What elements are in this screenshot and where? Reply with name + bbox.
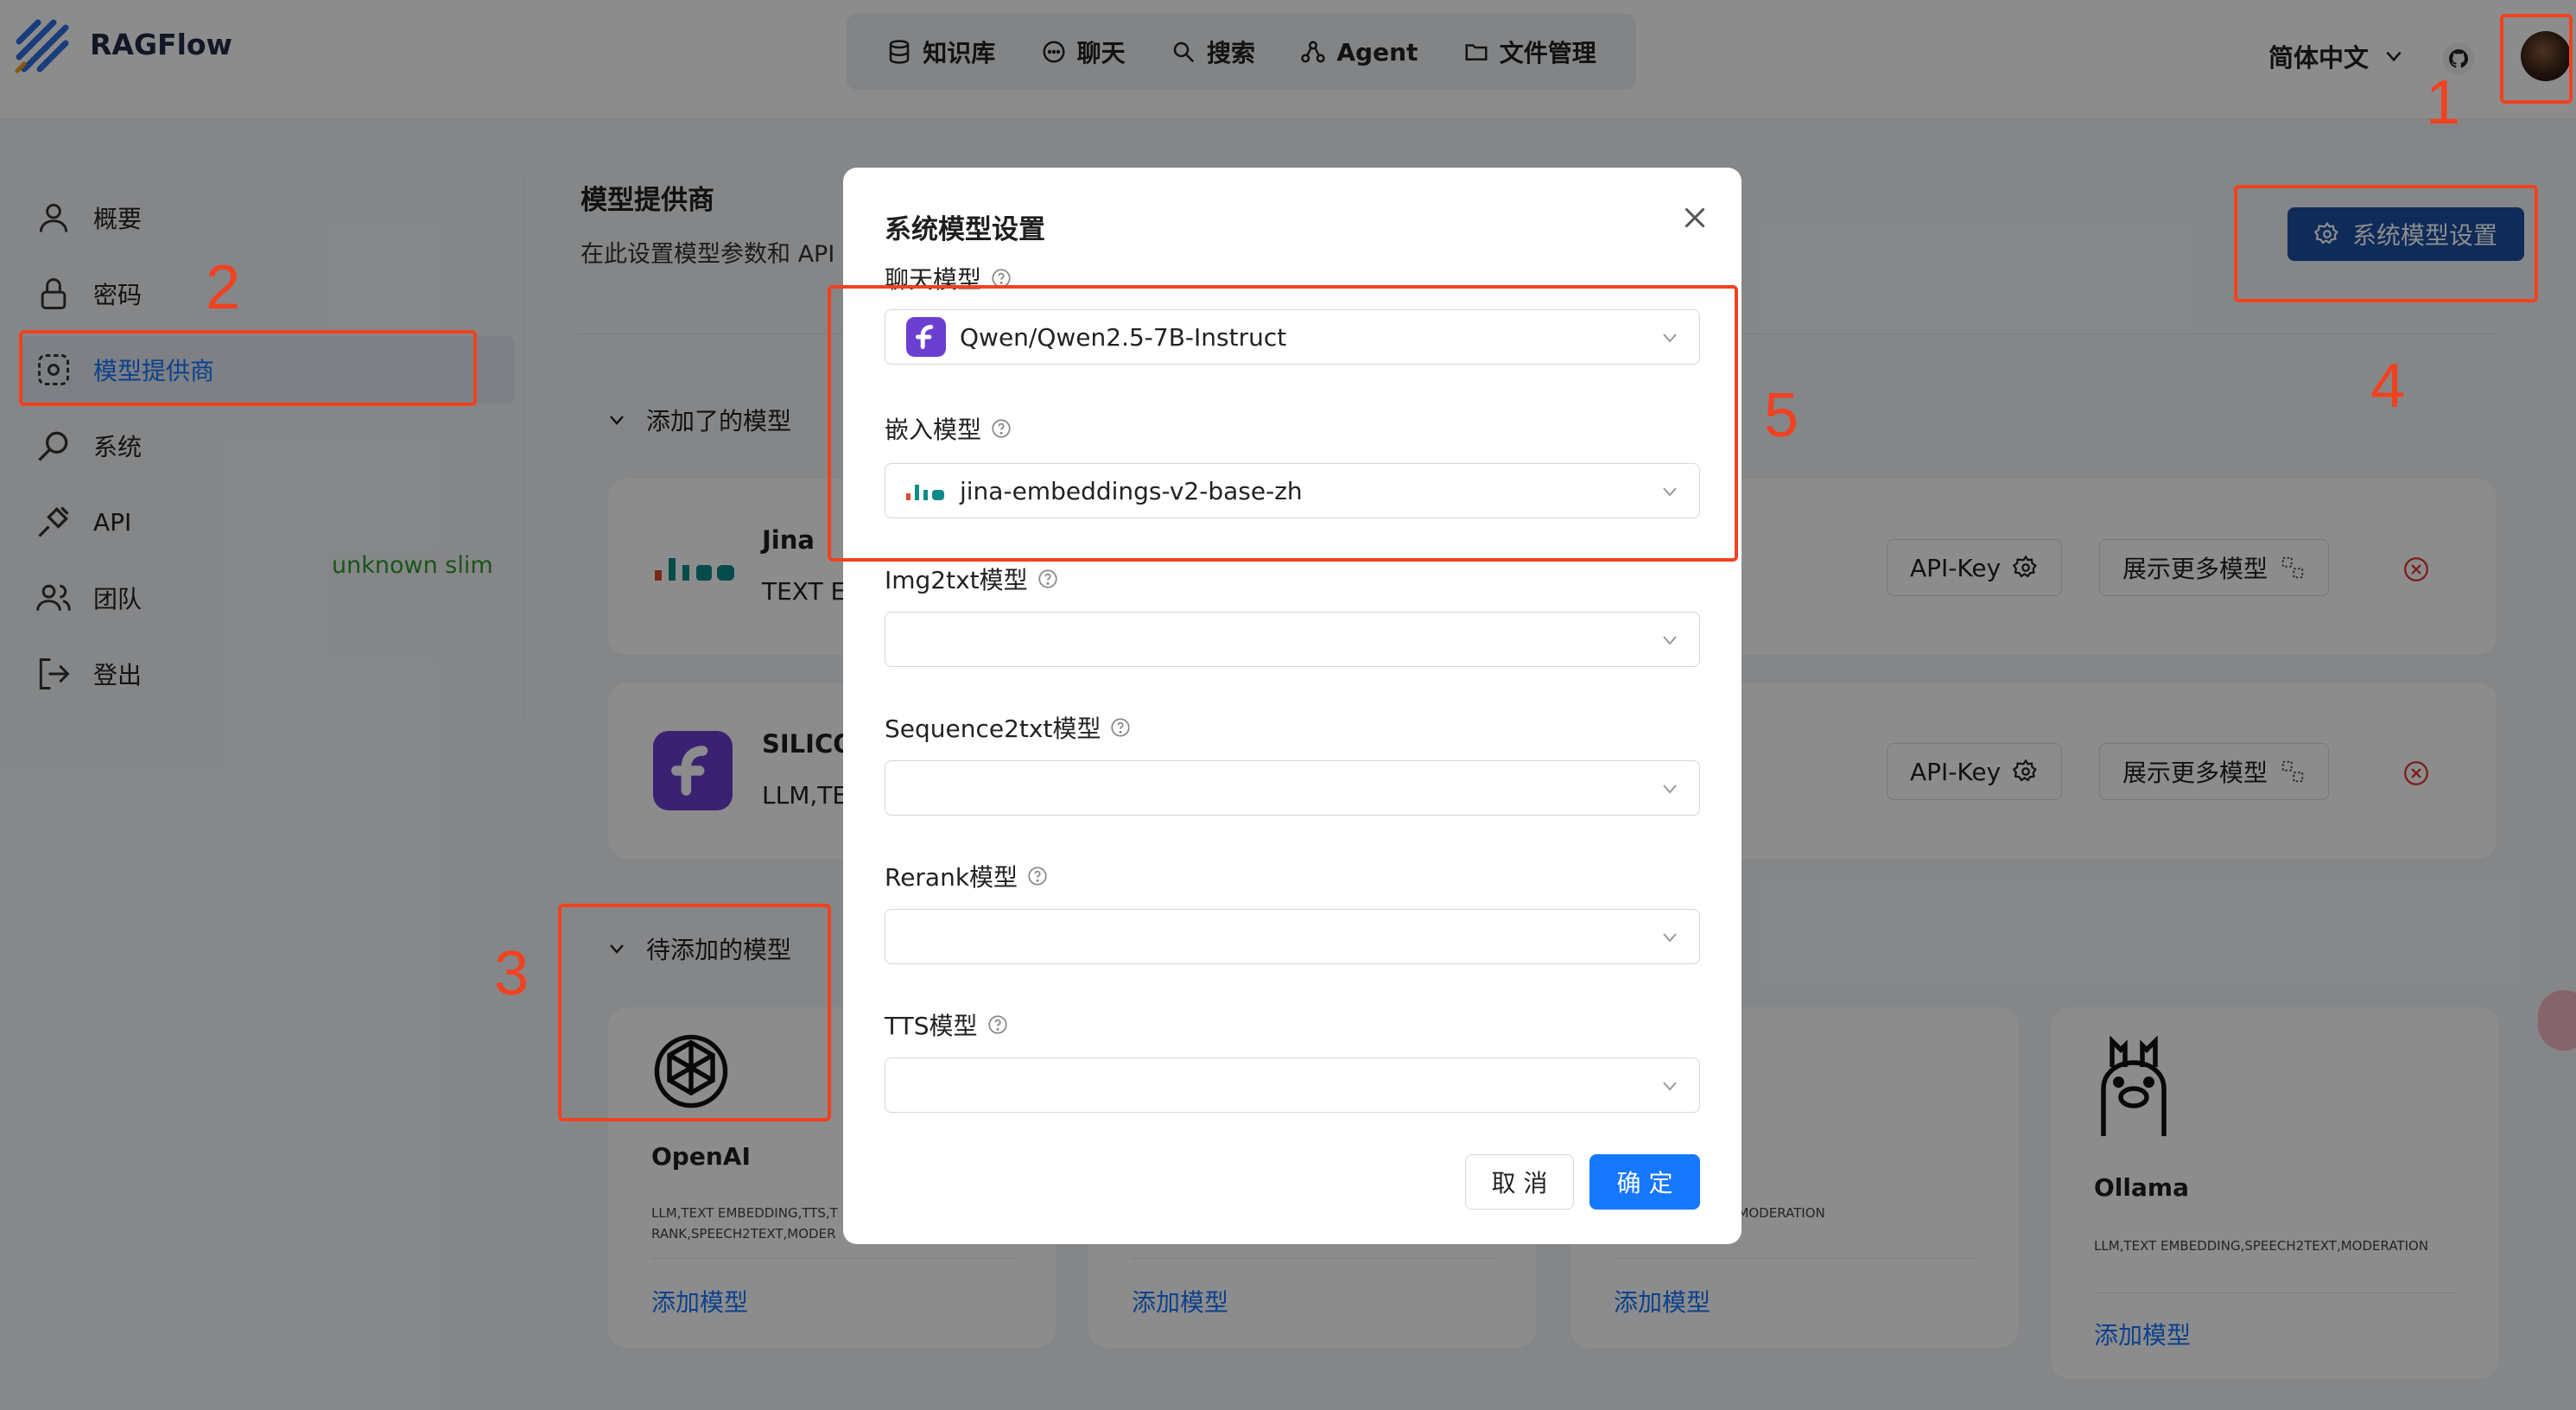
sequence2txt-model-select[interactable] (885, 760, 1700, 816)
tts-model-label: TTS模型 (885, 1007, 1009, 1042)
annotation-number-2: 2 (206, 253, 241, 322)
help-icon[interactable] (1109, 716, 1132, 739)
field-label-text: Sequence2txt模型 (885, 715, 1101, 743)
field-label-text: Rerank模型 (885, 863, 1018, 892)
annotation-box-3 (558, 904, 831, 1121)
chevron-down-icon (1663, 1082, 1677, 1091)
tts-model-select[interactable] (885, 1058, 1700, 1113)
dialog-title: 系统模型设置 (885, 214, 1045, 245)
field-label-text: Img2txt模型 (885, 566, 1028, 594)
annotation-number-5: 5 (1764, 381, 1799, 450)
confirm-button[interactable]: 确 定 (1589, 1154, 1700, 1210)
annotation-box-5 (828, 285, 1738, 562)
chevron-down-icon (1663, 636, 1677, 645)
annotation-box-4 (2234, 185, 2538, 302)
img2txt-model-label: Img2txt模型 (885, 562, 1059, 596)
annotation-box-1 (2500, 14, 2573, 104)
chevron-down-icon (1663, 933, 1677, 943)
annotation-number-1: 1 (2426, 68, 2461, 137)
cancel-button[interactable]: 取 消 (1465, 1154, 1574, 1210)
rerank-model-label: Rerank模型 (885, 859, 1049, 893)
img2txt-model-select[interactable] (885, 612, 1700, 667)
sequence2txt-model-label: Sequence2txt模型 (885, 710, 1132, 745)
field-label-text: TTS模型 (885, 1012, 978, 1040)
help-icon[interactable] (1037, 568, 1059, 590)
chevron-down-icon (1663, 784, 1677, 794)
rerank-model-select[interactable] (885, 909, 1700, 964)
help-icon[interactable] (1026, 865, 1049, 887)
annotation-box-2 (19, 330, 477, 406)
annotation-number-3: 3 (494, 939, 530, 1008)
close-icon[interactable] (1679, 202, 1710, 233)
annotation-number-4: 4 (2370, 352, 2406, 421)
help-icon[interactable] (987, 1013, 1009, 1036)
